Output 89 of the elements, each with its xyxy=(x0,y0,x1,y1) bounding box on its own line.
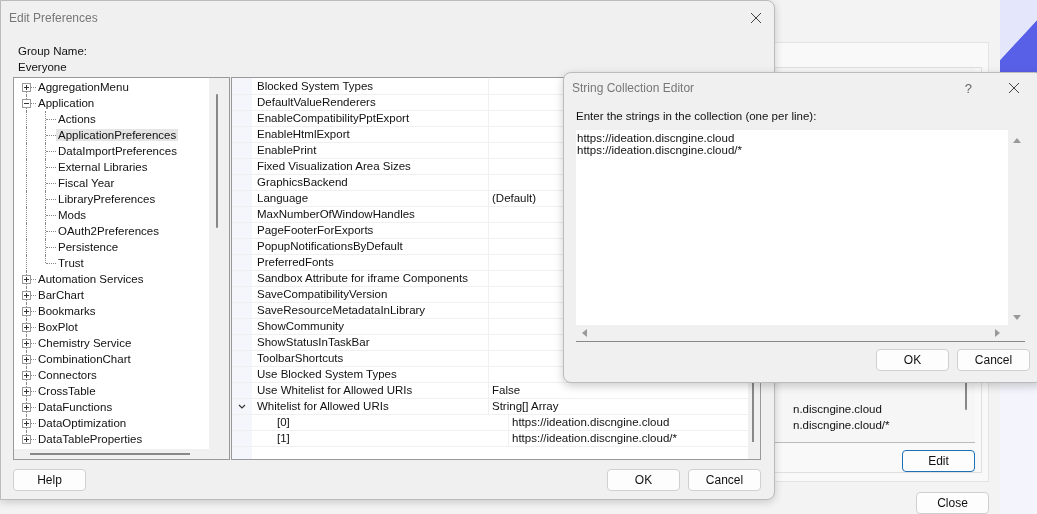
tree-item[interactable]: CrossTable xyxy=(36,385,98,397)
close-icon[interactable] xyxy=(1008,82,1020,94)
property-name: MaxNumberOfWindowHandles xyxy=(257,208,415,220)
scrollbar-thumb[interactable] xyxy=(216,94,218,228)
expand-icon[interactable] xyxy=(22,306,31,316)
tree-item[interactable]: LibraryPreferences xyxy=(56,193,158,205)
property-name: Fixed Visualization Area Sizes xyxy=(257,160,411,172)
property-name: SaveCompatibilityVersion xyxy=(257,288,388,300)
tree-item[interactable]: DataImportPreferences xyxy=(56,145,179,157)
tree-item[interactable]: OAuth2Preferences xyxy=(56,225,161,237)
property-value: https://ideation.discngine.cloud xyxy=(512,416,670,428)
property-name: DefaultValueRenderers xyxy=(257,96,376,108)
help-button[interactable]: ? xyxy=(964,80,972,96)
tree-item[interactable]: Trust xyxy=(56,257,86,269)
tree-item[interactable]: Fiscal Year xyxy=(56,177,117,189)
property-row[interactable]: Whitelist for Allowed URIs String[] Array xyxy=(232,399,748,415)
tree-item[interactable]: Automation Services xyxy=(36,273,146,285)
tree-item[interactable]: Actions xyxy=(56,113,98,125)
ok-button[interactable]: OK xyxy=(607,469,680,491)
tree-item[interactable]: Application xyxy=(36,97,97,109)
group-name: Everyone xyxy=(17,60,68,75)
tree-item[interactable]: External Libraries xyxy=(56,161,150,173)
window-title: String Collection Editor xyxy=(572,81,696,95)
property-name: Use Blocked System Types xyxy=(257,368,397,380)
expand-icon[interactable] xyxy=(22,386,31,396)
tree-item[interactable]: CombinationChart xyxy=(36,353,133,365)
text-area[interactable]: https://ideation.discngine.cloud https://ideation.discngine.cloud/* xyxy=(576,130,1025,342)
tree-item[interactable]: BarChart xyxy=(36,289,87,301)
group-name-label: Group Name: xyxy=(17,44,89,59)
tree-item[interactable]: BoxPlot xyxy=(36,321,80,333)
property-name: [0] xyxy=(277,416,290,428)
property-value: (Default) xyxy=(492,192,537,204)
tree-item[interactable]: ApplicationPreferences xyxy=(56,129,179,141)
close-button[interactable]: Close xyxy=(916,492,989,514)
close-icon[interactable] xyxy=(750,12,762,24)
property-name: Blocked System Types xyxy=(257,80,374,92)
tree-item[interactable]: DataTableProperties xyxy=(36,433,145,445)
property-name: Whitelist for Allowed URIs xyxy=(257,400,389,412)
property-row[interactable]: [1] https://ideation.discngine.cloud/* xyxy=(232,431,748,447)
cancel-button[interactable]: Cancel xyxy=(688,469,761,491)
collapse-icon[interactable] xyxy=(22,98,31,108)
cancel-button[interactable]: Cancel xyxy=(957,349,1030,371)
expand-icon[interactable] xyxy=(22,354,31,364)
tree-item[interactable]: Mods xyxy=(56,209,89,221)
tree-item[interactable]: Chemistry Service xyxy=(36,337,134,349)
property-name: ShowStatusInTaskBar xyxy=(257,336,370,348)
property-name: EnablePrint xyxy=(257,144,317,156)
tree-item[interactable]: DataOptimization xyxy=(36,417,129,429)
expand-icon[interactable] xyxy=(22,418,31,428)
expand-icon[interactable] xyxy=(22,434,31,444)
property-name: EnableCompatibilityPptExport xyxy=(257,112,410,124)
tree-item[interactable]: Bookmarks xyxy=(36,305,98,317)
expand-icon[interactable] xyxy=(22,402,31,412)
property-name: [1] xyxy=(277,432,290,444)
chevron-down-icon[interactable] xyxy=(238,403,246,410)
text-line: https://ideation.discngine.cloud/* xyxy=(577,144,743,156)
tree-item[interactable]: Persistence xyxy=(56,241,121,253)
property-value: False xyxy=(492,384,521,396)
property-value: String[] Array xyxy=(492,400,559,412)
expand-icon[interactable] xyxy=(22,370,31,380)
property-name: GraphicsBackend xyxy=(257,176,348,188)
list-item[interactable]: n.discngine.cloud xyxy=(793,401,957,417)
edit-button[interactable]: Edit xyxy=(902,450,975,472)
property-name: SaveResourceMetadataInLibrary xyxy=(257,304,426,316)
property-row[interactable]: [0] https://ideation.discngine.cloud xyxy=(232,415,748,431)
expand-icon[interactable] xyxy=(22,338,31,348)
window-title: Edit Preferences xyxy=(9,11,99,25)
expand-icon[interactable] xyxy=(22,82,31,92)
expand-icon[interactable] xyxy=(22,290,31,300)
ok-button[interactable]: OK xyxy=(876,349,949,371)
property-name: PopupNotificationsByDefault xyxy=(257,240,403,252)
expand-icon[interactable] xyxy=(22,322,31,332)
expand-icon[interactable] xyxy=(22,274,31,284)
property-value: https://ideation.discngine.cloud/* xyxy=(512,432,677,444)
property-name: ToolbarShortcuts xyxy=(257,352,344,364)
property-name: EnableHtmlExport xyxy=(257,128,350,140)
property-name: PageFooterForExports xyxy=(257,224,374,236)
property-name: Use Whitelist for Allowed URIs xyxy=(257,384,413,396)
property-name: Language xyxy=(257,192,309,204)
property-name: Sandbox Attribute for iframe Components xyxy=(257,272,468,284)
tree-item[interactable]: Connectors xyxy=(36,369,99,381)
property-name: ShowCommunity xyxy=(257,320,344,332)
property-name: PreferredFonts xyxy=(257,256,334,268)
tree-item[interactable]: DataFunctions xyxy=(36,401,115,413)
tree-item[interactable]: AggregationMenu xyxy=(36,81,131,93)
text-line: https://ideation.discngine.cloud xyxy=(577,132,736,144)
help-button[interactable]: Help xyxy=(13,469,86,491)
list-item[interactable]: n.discngine.cloud/* xyxy=(793,417,957,433)
scrollbar-thumb[interactable] xyxy=(30,453,190,455)
